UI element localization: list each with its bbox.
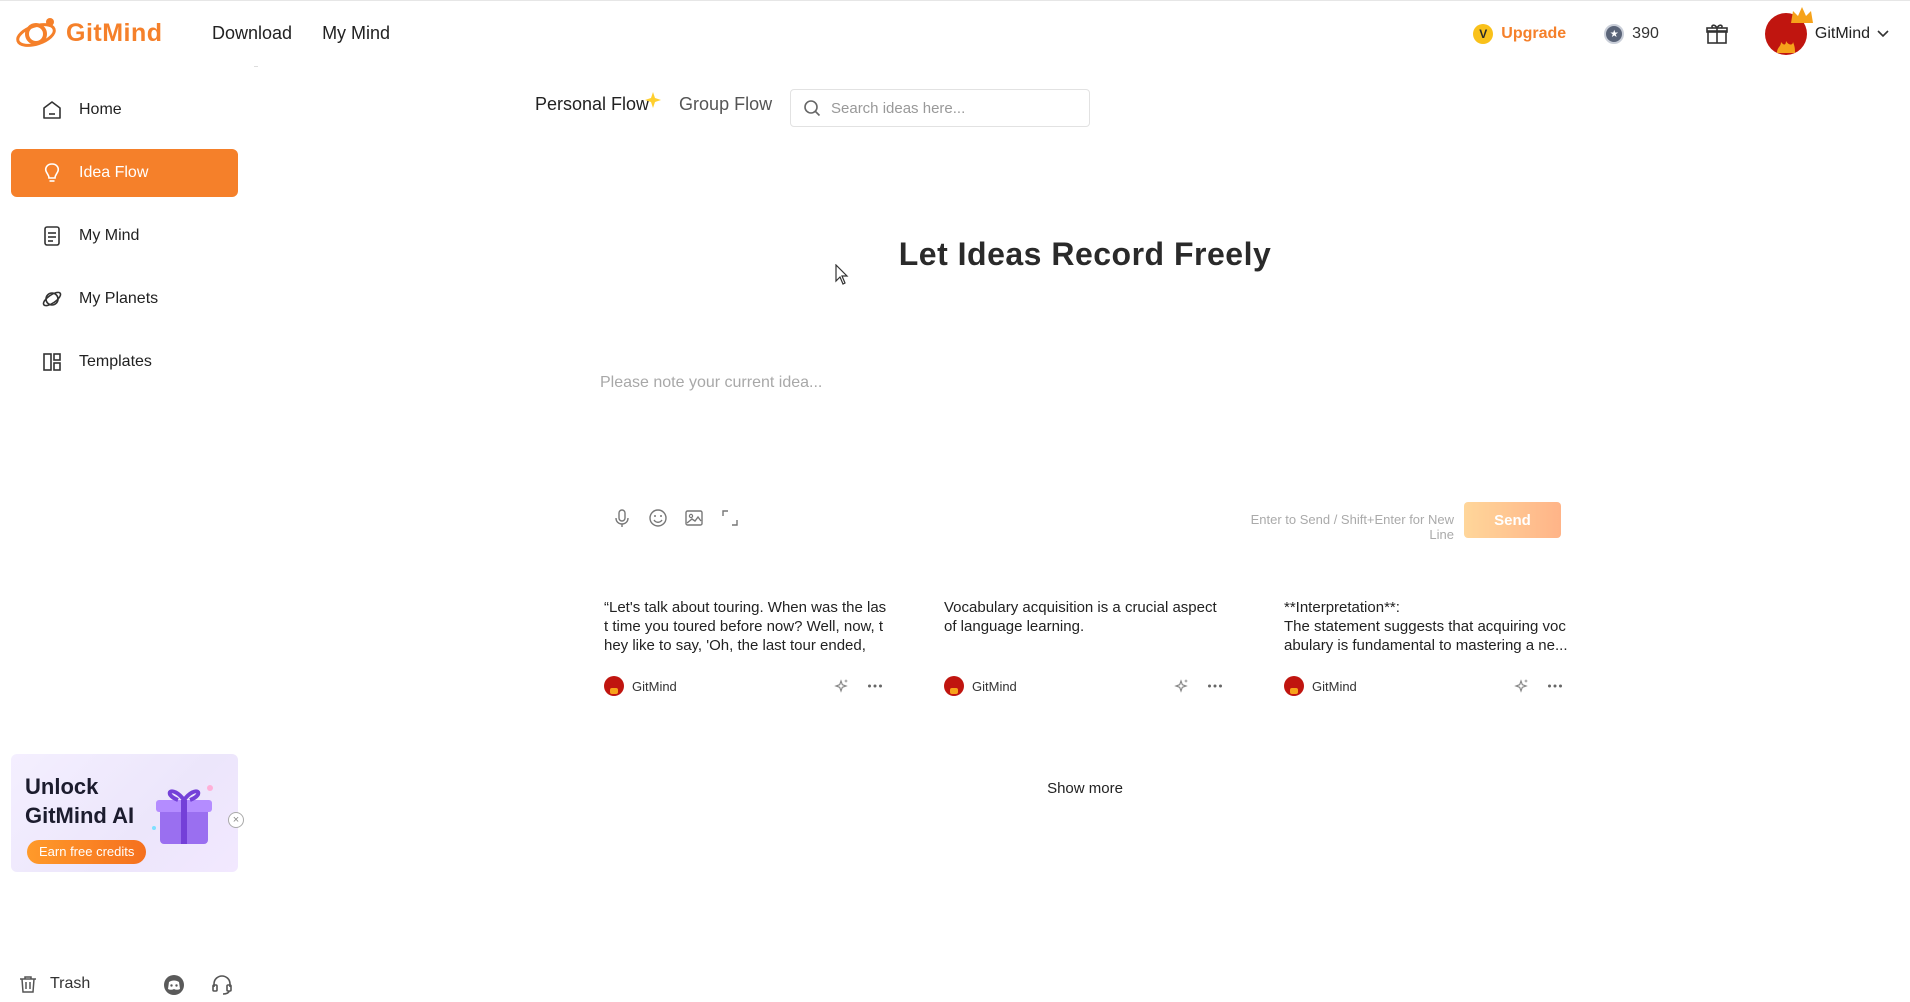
document-icon: [44, 226, 60, 246]
image-icon[interactable]: [684, 508, 704, 528]
upgrade-label: Upgrade: [1501, 25, 1567, 42]
idea-card[interactable]: **Interpretation**: The statement sugges…: [1284, 598, 1569, 698]
credits-counter[interactable]: ★ 390: [1604, 24, 1659, 44]
idea-card[interactable]: Vocabulary acquisition is a crucial aspe…: [944, 598, 1229, 698]
ai-sparkle-icon[interactable]: [1513, 678, 1529, 694]
user-menu[interactable]: GitMind: [1764, 7, 1890, 55]
sidebar-item-my-planets[interactable]: My Planets: [11, 275, 238, 323]
top-nav: Download My Mind: [212, 23, 390, 44]
sidebar: Home Idea Flow My Mind My Planets Templa…: [0, 66, 250, 995]
brand-name: GitMind: [66, 18, 163, 47]
idea-card-actions: [1173, 678, 1223, 694]
send-button[interactable]: Send: [1464, 502, 1561, 538]
promo-banner[interactable]: Unlock GitMind AI Earn free credits: [11, 754, 238, 872]
coin-icon: ★: [1604, 24, 1625, 44]
upgrade-button[interactable]: V Upgrade: [1473, 24, 1566, 44]
more-options-icon[interactable]: [1547, 678, 1563, 694]
sidebar-item-label: Home: [79, 101, 122, 118]
idea-card-actions: [1513, 678, 1563, 694]
search-input[interactable]: [831, 99, 1071, 117]
earn-credits-button[interactable]: Earn free credits: [27, 840, 147, 864]
headset-icon[interactable]: [211, 974, 233, 996]
flow-tabs: Personal Flow Group Flow: [535, 92, 802, 115]
trash-button[interactable]: Trash: [18, 974, 90, 994]
avatar: [604, 676, 624, 696]
top-bar: GitMind Download My Mind V Upgrade ★ 390: [0, 0, 1910, 66]
trash-icon: [20, 976, 36, 993]
sidebar-item-idea-flow[interactable]: Idea Flow: [11, 149, 238, 197]
flame-icon: [1776, 41, 1795, 53]
sidebar-item-templates[interactable]: Templates: [11, 338, 238, 386]
home-icon: [43, 101, 61, 119]
more-options-icon[interactable]: [1207, 678, 1223, 694]
close-icon[interactable]: ×: [228, 812, 244, 828]
idea-card-author: GitMind: [1312, 678, 1357, 694]
idea-card-actions: [833, 678, 883, 694]
avatar: [944, 676, 964, 696]
user-name: GitMind: [1814, 25, 1870, 42]
gitmind-logo[interactable]: GitMind: [14, 15, 163, 51]
idea-card[interactable]: “Let's talk about touring. When was the …: [604, 598, 889, 698]
gitmind-logo-icon: [16, 18, 56, 47]
idea-input[interactable]: [600, 368, 1200, 398]
idea-card-author: GitMind: [972, 678, 1017, 694]
expand-icon[interactable]: [720, 508, 740, 528]
sidebar-item-label: My Mind: [79, 227, 140, 244]
emoji-icon[interactable]: [648, 508, 668, 528]
chevron-down-icon: [1877, 30, 1889, 38]
tab-personal-flow[interactable]: Personal Flow: [535, 92, 662, 115]
sidebar-item-home[interactable]: Home: [11, 86, 238, 134]
avatar: [1764, 7, 1813, 55]
gift-icon[interactable]: [1705, 22, 1729, 46]
my-mind-link[interactable]: My Mind: [322, 23, 390, 44]
templates-icon: [43, 353, 61, 371]
idea-card-text: **Interpretation**: The statement sugges…: [1284, 599, 1568, 654]
promo-title: Unlock GitMind AI: [25, 774, 135, 828]
sparkle-icon: [645, 92, 662, 108]
search-box[interactable]: [790, 89, 1090, 127]
idea-card-text: “Let's talk about touring. When was the …: [604, 599, 887, 658]
composer-toolbar: [612, 508, 740, 528]
idea-cards: “Let's talk about touring. When was the …: [604, 598, 1568, 698]
planet-icon: [42, 291, 62, 307]
idea-flow-main: Personal Flow Group Flow Let Ideas Recor…: [250, 66, 1910, 940]
idea-card-text: Vocabulary acquisition is a crucial aspe…: [944, 599, 1217, 635]
discord-icon[interactable]: [163, 974, 185, 996]
trash-label: Trash: [50, 975, 91, 992]
idea-card-footer: GitMind: [1284, 676, 1569, 696]
sidebar-item-label: My Planets: [79, 290, 159, 307]
send-hint: Enter to Send / Shift+Enter for New Line: [1250, 512, 1454, 542]
mouse-cursor-icon: [835, 264, 849, 285]
gift-box-illustration-icon: [152, 785, 213, 844]
sidebar-item-label: Templates: [79, 353, 152, 370]
more-options-icon[interactable]: [867, 678, 883, 694]
download-link[interactable]: Download: [212, 23, 292, 44]
lightbulb-icon: [44, 163, 60, 182]
show-more-button[interactable]: Show more: [250, 780, 1910, 797]
idea-card-author: GitMind: [632, 678, 677, 694]
tab-group-flow[interactable]: Group Flow: [679, 94, 772, 115]
ai-sparkle-icon[interactable]: [833, 678, 849, 694]
microphone-icon[interactable]: [612, 508, 632, 528]
crown-icon: [1790, 7, 1813, 23]
sidebar-item-label: Idea Flow: [79, 164, 149, 181]
avatar: [1284, 676, 1304, 696]
idea-card-footer: GitMind: [604, 676, 889, 696]
sidebar-item-my-mind[interactable]: My Mind: [11, 212, 238, 260]
account-area: V Upgrade ★ 390 GitMind: [1473, 7, 1890, 55]
page-title: Let Ideas Record Freely: [898, 236, 1272, 272]
vip-badge-icon: V: [1473, 24, 1494, 44]
ai-sparkle-icon[interactable]: [1173, 678, 1189, 694]
sidebar-footer: Trash: [0, 966, 250, 1002]
credits-value: 390: [1632, 25, 1659, 42]
idea-card-footer: GitMind: [944, 676, 1229, 696]
search-icon: [804, 100, 821, 117]
